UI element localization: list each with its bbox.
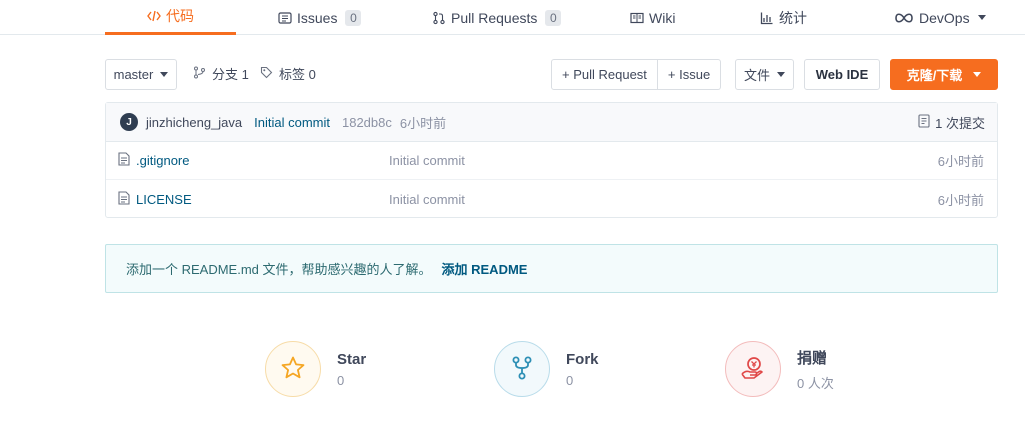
- pull-requests-count-badge: 0: [545, 9, 562, 26]
- repo-tab-bar: 代码 Issues 0 Pull Requests 0 Wiki 统计 DevO…: [0, 0, 1025, 35]
- donate-button[interactable]: [725, 341, 781, 397]
- issues-icon: [278, 11, 292, 25]
- star-title: Star: [337, 350, 367, 368]
- commit-count-link[interactable]: 1 次提交: [918, 103, 985, 142]
- file-link[interactable]: .gitignore: [118, 152, 189, 169]
- tab-stats[interactable]: 统计: [760, 0, 807, 35]
- star-stat: Star 0: [265, 341, 366, 397]
- tab-pull-requests[interactable]: Pull Requests 0: [432, 0, 562, 35]
- star-icon: [280, 355, 306, 384]
- chevron-down-icon: [777, 72, 785, 77]
- book-icon: [630, 11, 644, 25]
- fork-info: Fork 0: [566, 351, 599, 388]
- tab-wiki[interactable]: Wiki: [630, 0, 675, 35]
- create-button-group: + Pull Request + Issue: [551, 59, 722, 90]
- donate-info: 捐赠 0 人次: [797, 347, 834, 392]
- add-readme-link[interactable]: 添加 README: [442, 259, 528, 278]
- donate-count: 0 人次: [797, 375, 834, 391]
- file-commit-time: 6小时前: [937, 154, 984, 169]
- file-menu-label: 文件: [743, 68, 770, 83]
- chevron-down-icon: [977, 15, 986, 20]
- file-link[interactable]: LICENSE: [118, 190, 192, 208]
- tab-code-label: 代码: [166, 8, 194, 24]
- donate-icon: [740, 355, 766, 384]
- file-commit-message[interactable]: Initial commit: [389, 192, 465, 207]
- tab-code[interactable]: 代码: [105, 0, 236, 35]
- donate-title: 捐赠: [797, 349, 828, 367]
- new-issue-button[interactable]: + Issue: [657, 59, 722, 90]
- infinity-icon: [894, 12, 914, 24]
- readme-tip: 添加一个 README.md 文件，帮助感兴趣的人了解。 添加 README: [105, 244, 998, 293]
- chevron-down-icon: [973, 72, 982, 77]
- latest-commit-bar: J jinzhicheng_java Initial commit 182db8…: [106, 103, 997, 142]
- star-button[interactable]: [265, 341, 321, 397]
- tab-issues-label: Issues: [297, 9, 338, 26]
- commit-hash[interactable]: 182db8c: [342, 115, 392, 130]
- tab-devops[interactable]: DevOps: [894, 0, 986, 35]
- file-icon: [118, 190, 130, 208]
- tab-wiki-label: Wiki: [649, 9, 676, 26]
- tag-icon: [260, 66, 273, 82]
- code-icon: [147, 9, 161, 23]
- fork-stat: Fork 0: [494, 341, 599, 397]
- pull-request-icon: [432, 11, 446, 25]
- file-menu-button[interactable]: 文件: [735, 59, 794, 90]
- file-icon: [118, 152, 130, 169]
- tab-pull-requests-label: Pull Requests: [451, 9, 538, 26]
- tab-issues[interactable]: Issues 0: [278, 0, 362, 35]
- file-list: J jinzhicheng_java Initial commit 182db8…: [105, 102, 998, 218]
- branches-count: 分支 1: [212, 67, 249, 82]
- star-count: 0: [337, 372, 345, 388]
- fork-icon: [511, 356, 533, 383]
- avatar[interactable]: J: [120, 113, 138, 131]
- issues-count-badge: 0: [345, 9, 362, 26]
- branch-select[interactable]: master: [105, 59, 177, 90]
- fork-count: 0: [566, 372, 574, 388]
- commit-count: 1 次提交: [935, 116, 985, 131]
- donate-stat: 捐赠 0 人次: [725, 341, 834, 397]
- web-ide-button[interactable]: Web IDE: [804, 59, 880, 90]
- branch-icon: [193, 66, 206, 82]
- file-commit-message[interactable]: Initial commit: [389, 153, 465, 168]
- file-name: .gitignore: [136, 153, 190, 168]
- fork-button[interactable]: [494, 341, 550, 397]
- clone-download-label: 克隆/下载: [906, 68, 963, 83]
- commit-time: 6小时前: [399, 115, 447, 131]
- fork-title: Fork: [566, 350, 599, 368]
- branch-select-label: master: [113, 67, 154, 82]
- tags-count: 标签 0: [279, 67, 316, 82]
- chevron-down-icon: [160, 72, 169, 77]
- tab-stats-label: 统计: [779, 9, 807, 26]
- commit-message-link[interactable]: Initial commit: [254, 115, 330, 130]
- star-info: Star 0: [337, 351, 366, 388]
- table-row: .gitignore Initial commit 6小时前: [106, 142, 997, 180]
- file-commit-time: 6小时前: [937, 192, 984, 208]
- tab-devops-label: DevOps: [919, 9, 970, 26]
- tags-link[interactable]: 标签 0: [260, 58, 316, 89]
- table-row: LICENSE Initial commit 6小时前: [106, 180, 997, 218]
- file-name: LICENSE: [136, 191, 192, 207]
- new-pull-request-button[interactable]: + Pull Request: [551, 59, 658, 90]
- bar-chart-icon: [760, 11, 774, 25]
- readme-tip-text: 添加一个 README.md 文件，帮助感兴趣的人了解。: [126, 262, 432, 277]
- commit-author[interactable]: jinzhicheng_java: [146, 115, 242, 130]
- branches-link[interactable]: 分支 1: [193, 58, 249, 89]
- clone-download-button[interactable]: 克隆/下载: [890, 59, 998, 90]
- commits-icon: [918, 114, 930, 131]
